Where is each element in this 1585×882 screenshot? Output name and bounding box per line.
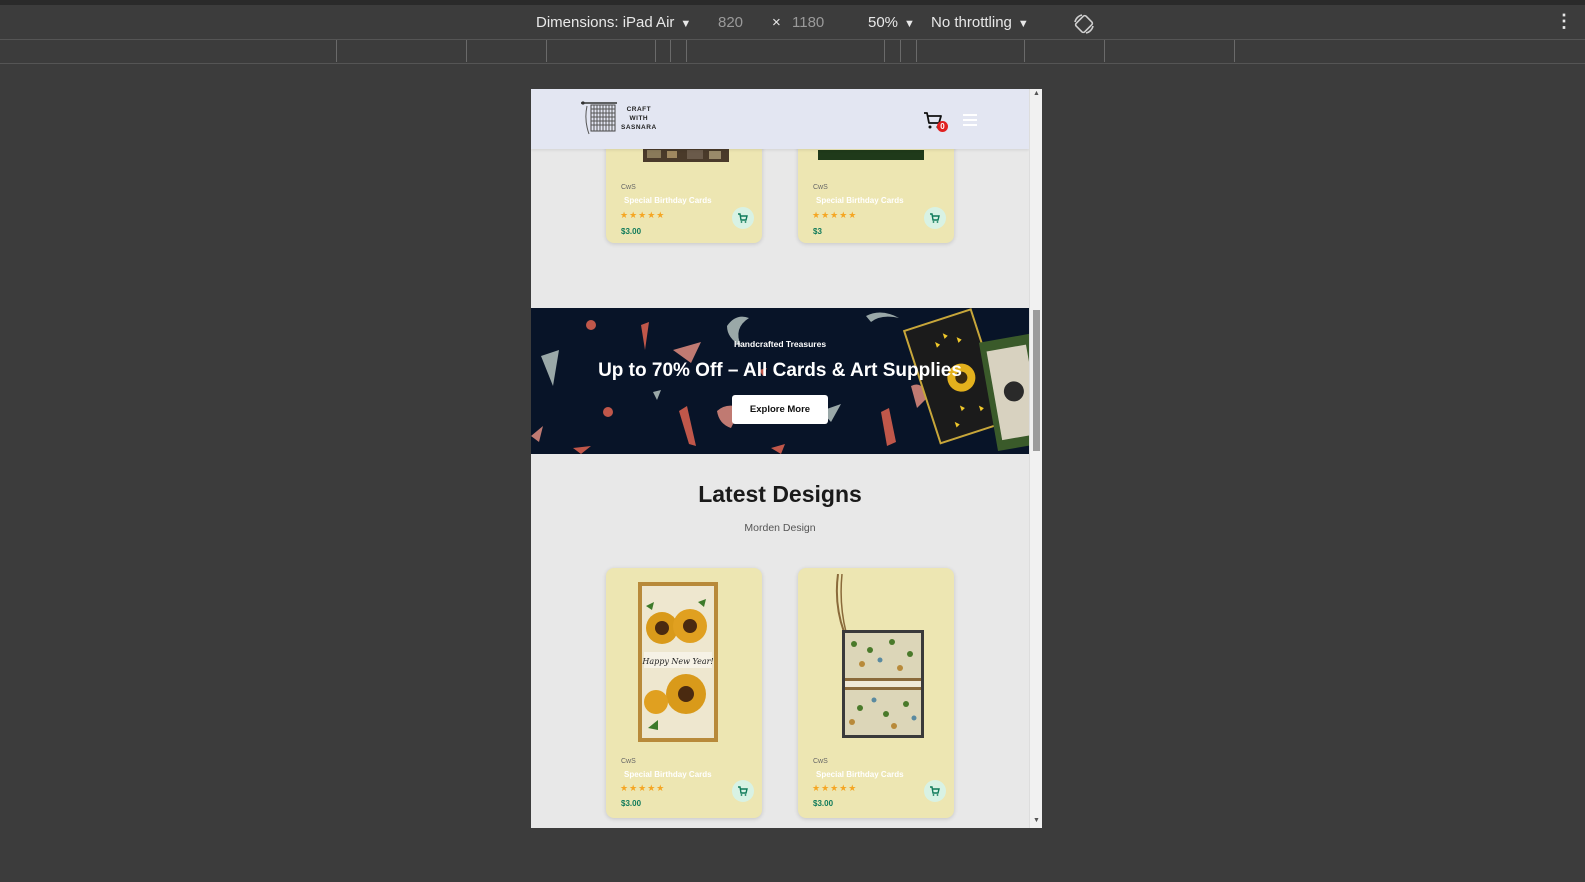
rating-stars: ★★★★★: [620, 210, 666, 220]
cart-icon: [738, 786, 748, 796]
times-symbol: ×: [772, 14, 781, 31]
product-image: Happy New Year!: [638, 582, 718, 742]
product-price: $3.00: [621, 799, 642, 808]
scroll-down-arrow-icon[interactable]: ▼: [1033, 817, 1040, 824]
loom-logo-icon: [581, 101, 617, 135]
throttling-value: No throttling: [931, 14, 1012, 31]
cart-count-badge: 0: [937, 121, 948, 132]
dimensions-dropdown[interactable]: Dimensions: iPad Air ▼: [536, 14, 691, 31]
media-query-ruler: [0, 40, 1585, 64]
product-image: [643, 148, 729, 162]
more-options-icon[interactable]: ⋮: [1555, 11, 1573, 32]
product-brand: CwS: [621, 758, 636, 765]
product-image: [818, 150, 924, 160]
product-name: Special Birthday Cards: [816, 196, 904, 205]
product-brand: CwS: [813, 758, 828, 765]
zoom-value: 50%: [868, 14, 899, 31]
product-brand: CwS: [813, 184, 828, 191]
rotate-icon[interactable]: [1072, 12, 1096, 36]
site-logo[interactable]: CRAFT WITH SASNARA: [581, 100, 661, 138]
product-name: Special Birthday Cards: [624, 770, 712, 779]
add-to-cart-button[interactable]: [924, 780, 946, 802]
chevron-down-icon: ▼: [680, 18, 692, 30]
promo-banner: Handcrafted Treasures Up to 70% Off – Al…: [531, 308, 1029, 454]
scrollbar-thumb[interactable]: [1033, 310, 1040, 451]
height-input[interactable]: 1180: [792, 14, 824, 31]
page-viewport: CRAFT WITH SASNARA 0 CwS Special Birthda…: [531, 89, 1029, 828]
rating-stars: ★★★★★: [812, 783, 858, 793]
rating-stars: ★★★★★: [812, 210, 858, 220]
cart-icon: [930, 213, 940, 223]
hamburger-menu-icon[interactable]: [963, 114, 977, 126]
banner-subtitle: Handcrafted Treasures: [733, 339, 827, 349]
product-name: Special Birthday Cards: [816, 770, 904, 779]
product-card[interactable]: CwS Special Birthday Cards ★★★★★ $3.00: [798, 568, 954, 818]
product-image: [835, 574, 924, 738]
chevron-down-icon: ▼: [904, 18, 915, 30]
section-title: Latest Designs: [698, 481, 862, 507]
card-greeting-text: Happy New Year!: [641, 657, 713, 666]
logo-text: CRAFT WITH SASNARA: [621, 106, 657, 131]
banner-title: Up to 70% Off – All Cards & Art Supplies: [598, 360, 962, 381]
site-header: CRAFT WITH SASNARA 0: [531, 89, 1029, 149]
product-brand: CwS: [621, 184, 636, 191]
width-input[interactable]: 820: [718, 14, 743, 31]
product-price: $3: [813, 227, 822, 236]
product-name: Special Birthday Cards: [624, 196, 712, 205]
cart-icon: [738, 213, 748, 223]
dimensions-label: Dimensions: iPad Air: [536, 14, 675, 31]
scroll-up-arrow-icon[interactable]: ▲: [1033, 90, 1040, 97]
rating-stars: ★★★★★: [620, 783, 666, 793]
page-scrollbar[interactable]: ▲ ▼: [1029, 89, 1042, 828]
zoom-dropdown[interactable]: 50% ▼: [868, 14, 915, 31]
devtools-device-toolbar: Dimensions: iPad Air ▼ 820 × 1180 50% ▼ No…: [0, 0, 1585, 40]
throttling-dropdown[interactable]: No throttling ▼: [931, 14, 1029, 31]
add-to-cart-button[interactable]: [924, 207, 946, 229]
add-to-cart-button[interactable]: [732, 780, 754, 802]
cart-icon: [930, 786, 940, 796]
product-price: $3.00: [813, 799, 834, 808]
add-to-cart-button[interactable]: [732, 207, 754, 229]
explore-more-button[interactable]: Explore More: [732, 395, 828, 424]
product-price: $3.00: [621, 227, 642, 236]
chevron-down-icon: ▼: [1017, 18, 1029, 30]
product-card[interactable]: Happy New Year! CwS Special Birthday Car…: [606, 568, 762, 818]
section-subtitle: Morden Design: [744, 522, 816, 534]
